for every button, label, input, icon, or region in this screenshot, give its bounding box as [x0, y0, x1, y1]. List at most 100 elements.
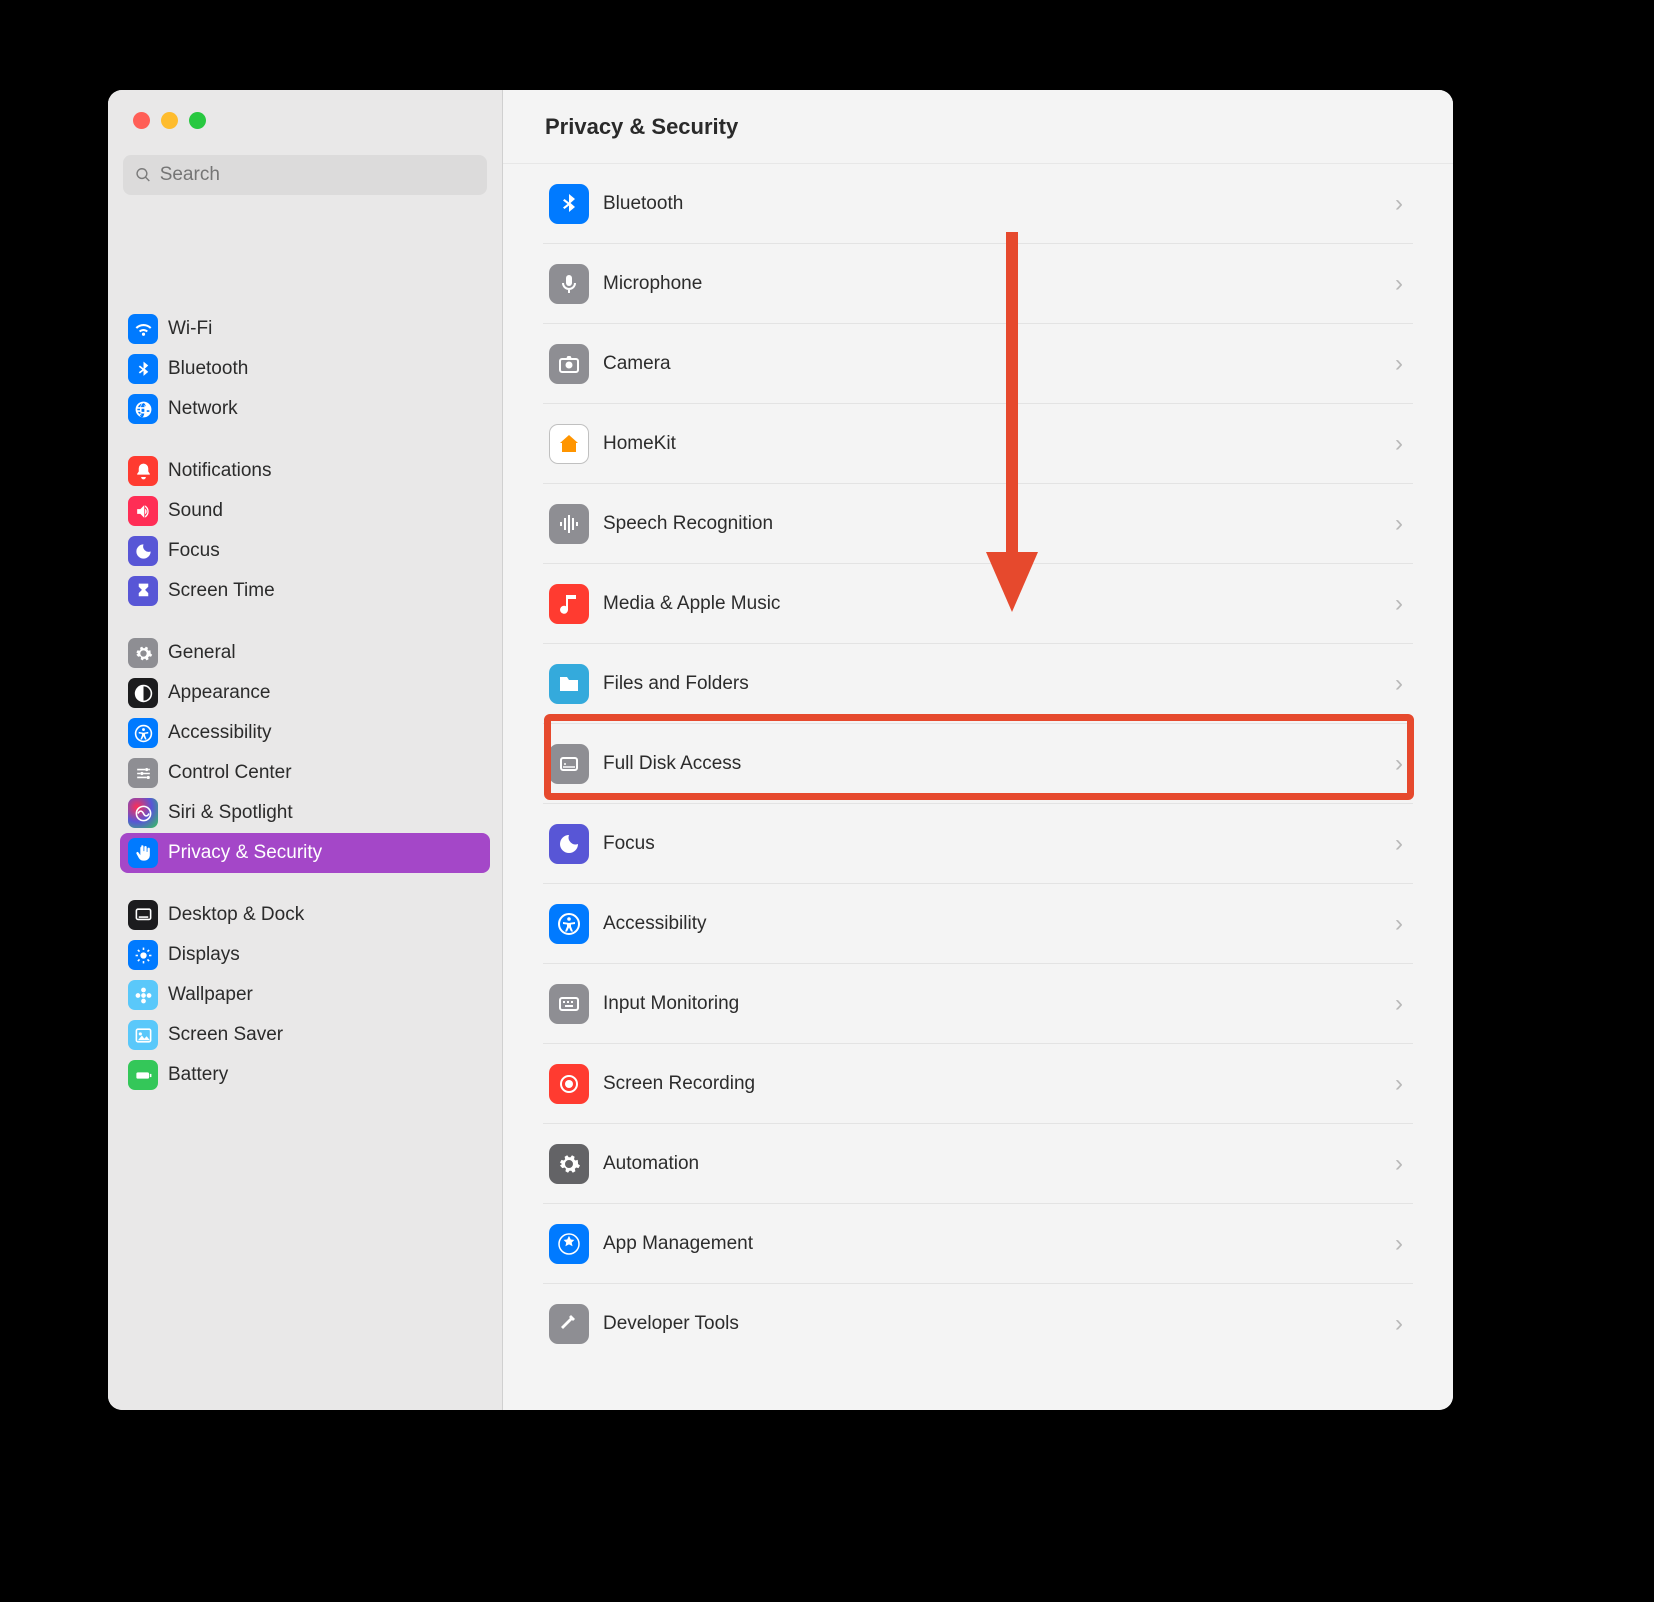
- sidebar-item-appearance[interactable]: Appearance: [120, 673, 490, 713]
- chevron-right-icon: ›: [1395, 1150, 1407, 1178]
- sidebar-group: Notifications Sound Focus Screen Time: [120, 451, 490, 611]
- disk-icon: [549, 744, 589, 784]
- sidebar-item-control-center[interactable]: Control Center: [120, 753, 490, 793]
- chevron-right-icon: ›: [1395, 430, 1407, 458]
- sidebar-item-label: Screen Time: [168, 580, 275, 602]
- chevron-right-icon: ›: [1395, 670, 1407, 698]
- sidebar-item-label: Network: [168, 398, 238, 420]
- settings-row-label: Files and Folders: [603, 673, 1381, 695]
- sidebar-item-label: Privacy & Security: [168, 842, 322, 864]
- settings-row-automation[interactable]: Automation ›: [543, 1124, 1413, 1204]
- sidebar-item-wallpaper[interactable]: Wallpaper: [120, 975, 490, 1015]
- sidebar-account-area: [108, 209, 502, 309]
- chevron-right-icon: ›: [1395, 270, 1407, 298]
- folder-icon: [549, 664, 589, 704]
- content-pane: Privacy & Security Bluetooth › Microphone ›…: [503, 90, 1453, 1410]
- settings-list: Bluetooth›Microphone›Camera›HomeKit›Spee…: [543, 164, 1413, 1364]
- chevron-right-icon: ›: [1395, 910, 1407, 938]
- battery-icon: [128, 1060, 158, 1090]
- minimize-button[interactable]: [161, 112, 178, 129]
- maximize-button[interactable]: [189, 112, 206, 129]
- settings-row-label: Focus: [603, 833, 1381, 855]
- sidebar-item-battery[interactable]: Battery: [120, 1055, 490, 1095]
- home-icon: [549, 424, 589, 464]
- settings-row-accessibility[interactable]: Accessibility›: [543, 884, 1413, 964]
- settings-row-label: Input Monitoring: [603, 993, 1381, 1015]
- content-header: Privacy & Security: [503, 90, 1453, 164]
- search-wrap: [108, 145, 502, 209]
- settings-row-bluetooth[interactable]: Bluetooth ›: [543, 164, 1413, 244]
- settings-row-full-disk-access[interactable]: Full Disk Access›: [543, 724, 1413, 804]
- sun-icon: [128, 940, 158, 970]
- sidebar-item-privacy-security[interactable]: Privacy & Security: [120, 833, 490, 873]
- sidebar-group: Desktop & DockDisplays Wallpaper Screen Sa…: [120, 895, 490, 1095]
- camera-icon: [549, 344, 589, 384]
- close-button[interactable]: [133, 112, 150, 129]
- settings-row-files-and-folders[interactable]: Files and Folders ›: [543, 644, 1413, 724]
- sidebar-item-accessibility[interactable]: Accessibility: [120, 713, 490, 753]
- settings-row-label: Media & Apple Music: [603, 593, 1381, 615]
- sidebar-item-label: Appearance: [168, 682, 270, 704]
- chevron-right-icon: ›: [1395, 990, 1407, 1018]
- settings-row-screen-recording[interactable]: Screen Recording›: [543, 1044, 1413, 1124]
- chevron-right-icon: ›: [1395, 590, 1407, 618]
- record-icon: [549, 1064, 589, 1104]
- sidebar-item-sound[interactable]: Sound: [120, 491, 490, 531]
- sidebar-item-wi-fi[interactable]: Wi-Fi: [120, 309, 490, 349]
- image-icon: [128, 1020, 158, 1050]
- sidebar-item-siri-spotlight[interactable]: Siri & Spotlight: [120, 793, 490, 833]
- speaker-icon: [128, 496, 158, 526]
- sidebar-item-label: Bluetooth: [168, 358, 248, 380]
- chevron-right-icon: ›: [1395, 190, 1407, 218]
- settings-row-label: Screen Recording: [603, 1073, 1381, 1095]
- chevron-right-icon: ›: [1395, 1310, 1407, 1338]
- appstore-icon: [549, 1224, 589, 1264]
- bluetooth-icon: [549, 184, 589, 224]
- settings-row-developer-tools[interactable]: Developer Tools›: [543, 1284, 1413, 1364]
- settings-row-label: Bluetooth: [603, 193, 1381, 215]
- settings-row-microphone[interactable]: Microphone ›: [543, 244, 1413, 324]
- sidebar-item-label: Notifications: [168, 460, 272, 482]
- accessibility-icon: [128, 718, 158, 748]
- settings-row-app-management[interactable]: App Management›: [543, 1204, 1413, 1284]
- settings-row-input-monitoring[interactable]: Input Monitoring ›: [543, 964, 1413, 1044]
- sidebar-item-network[interactable]: Network: [120, 389, 490, 429]
- search-icon: [135, 166, 152, 184]
- hand-icon: [128, 838, 158, 868]
- globe-icon: [128, 394, 158, 424]
- sidebar-item-general[interactable]: General: [120, 633, 490, 673]
- sidebar-item-displays[interactable]: Displays: [120, 935, 490, 975]
- settings-row-homekit[interactable]: HomeKit›: [543, 404, 1413, 484]
- bell-icon: [128, 456, 158, 486]
- sidebar-item-label: Wallpaper: [168, 984, 253, 1006]
- chevron-right-icon: ›: [1395, 350, 1407, 378]
- settings-row-speech-recognition[interactable]: Speech Recognition›: [543, 484, 1413, 564]
- settings-row-media-apple-music[interactable]: Media & Apple Music ›: [543, 564, 1413, 644]
- sidebar-group: General Appearance Accessibility Control Ce…: [120, 633, 490, 873]
- wifi-icon: [128, 314, 158, 344]
- sidebar-item-notifications[interactable]: Notifications: [120, 451, 490, 491]
- settings-row-camera[interactable]: Camera ›: [543, 324, 1413, 404]
- sidebar-item-bluetooth[interactable]: Bluetooth: [120, 349, 490, 389]
- settings-row-label: Microphone: [603, 273, 1381, 295]
- sidebar-item-desktop-dock[interactable]: Desktop & Dock: [120, 895, 490, 935]
- sidebar-item-screen-time[interactable]: Screen Time: [120, 571, 490, 611]
- sidebar-item-label: Focus: [168, 540, 220, 562]
- settings-row-label: Automation: [603, 1153, 1381, 1175]
- settings-row-focus[interactable]: Focus ›: [543, 804, 1413, 884]
- sidebar-item-label: Screen Saver: [168, 1024, 283, 1046]
- sidebar-item-label: Accessibility: [168, 722, 271, 744]
- gear-icon: [128, 638, 158, 668]
- sidebar-item-screen-saver[interactable]: Screen Saver: [120, 1015, 490, 1055]
- accessibility-icon: [549, 904, 589, 944]
- settings-row-label: Speech Recognition: [603, 513, 1381, 535]
- settings-row-label: Camera: [603, 353, 1381, 375]
- sidebar-item-label: Battery: [168, 1064, 228, 1086]
- search-input[interactable]: [160, 164, 475, 186]
- hourglass-icon: [128, 576, 158, 606]
- sidebar-item-focus[interactable]: Focus: [120, 531, 490, 571]
- search-field[interactable]: [123, 155, 487, 195]
- sidebar-item-label: Siri & Spotlight: [168, 802, 293, 824]
- window-controls: [108, 90, 502, 145]
- chevron-right-icon: ›: [1395, 830, 1407, 858]
